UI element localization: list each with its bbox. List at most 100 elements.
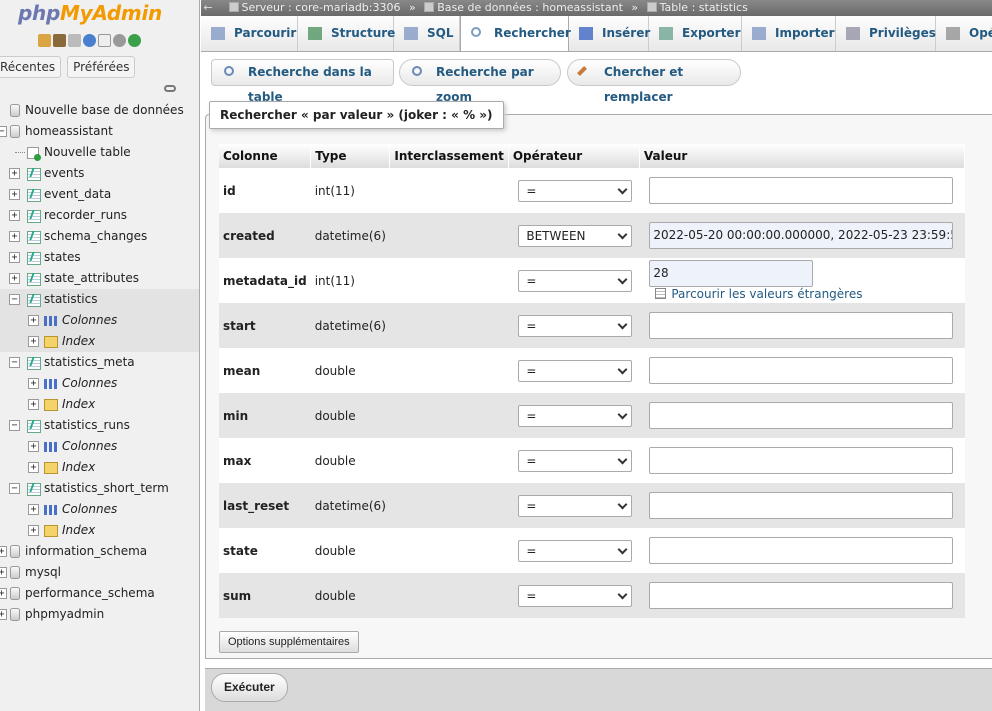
- tree-item[interactable]: + Index: [0, 520, 199, 541]
- expand-icon[interactable]: +: [28, 399, 39, 410]
- expand-icon[interactable]: +: [9, 189, 20, 200]
- operator-cell: =: [508, 393, 640, 438]
- value-input[interactable]: [649, 357, 954, 384]
- tree-item[interactable]: + Colonnes: [0, 436, 199, 457]
- tree-item[interactable]: + Colonnes: [0, 373, 199, 394]
- expand-icon[interactable]: +: [9, 168, 20, 179]
- expand-icon[interactable]: +: [9, 273, 20, 284]
- tree-item[interactable]: + schema_changes: [0, 226, 199, 247]
- value-input[interactable]: 2022-05-20 00:00:00.000000, 2022-05-23 2…: [649, 222, 954, 249]
- tab-ope[interactable]: Opé: [936, 16, 992, 51]
- value-input[interactable]: 28: [649, 259, 814, 287]
- tree-item[interactable]: − statistics_runs: [0, 415, 199, 436]
- value-input[interactable]: [649, 312, 954, 339]
- expand-icon[interactable]: +: [9, 210, 20, 221]
- expand-icon[interactable]: +: [28, 504, 39, 515]
- tree-item[interactable]: + event_data: [0, 184, 199, 205]
- operator-select[interactable]: =: [518, 539, 633, 562]
- breadcrumb-table[interactable]: Table : statistics: [660, 1, 748, 14]
- tab-inserer[interactable]: Insérer: [569, 16, 650, 51]
- tree-item[interactable]: + Colonnes: [0, 499, 199, 520]
- tree-item[interactable]: − statistics_short_term: [0, 478, 199, 499]
- value-input[interactable]: [649, 582, 954, 609]
- tab-privileges[interactable]: Privilèges: [836, 16, 936, 51]
- tree-item[interactable]: + mysql: [0, 562, 199, 583]
- settings-gear-icon[interactable]: [113, 34, 126, 47]
- sql-query-icon[interactable]: [68, 34, 81, 47]
- breadcrumb-server[interactable]: Serveur : core-mariadb:3306: [242, 1, 401, 14]
- operator-select[interactable]: =: [518, 404, 633, 427]
- tree-item[interactable]: − homeassistant: [0, 121, 199, 142]
- operator-select[interactable]: =: [518, 179, 633, 202]
- operator-select[interactable]: =: [518, 494, 633, 517]
- execute-button[interactable]: Exécuter: [211, 673, 288, 702]
- tree-item[interactable]: + information_schema: [0, 541, 199, 562]
- expand-icon[interactable]: +: [0, 567, 7, 578]
- expand-icon[interactable]: +: [9, 252, 20, 263]
- value-input[interactable]: [649, 177, 954, 204]
- collapse-icon[interactable]: −: [9, 420, 20, 431]
- operator-select[interactable]: =: [518, 359, 633, 382]
- home-icon[interactable]: [38, 34, 51, 47]
- tab-recent[interactable]: Récentes: [0, 56, 62, 78]
- tree-item[interactable]: + performance_schema: [0, 583, 199, 604]
- more-options-button[interactable]: Options supplémentaires: [219, 631, 359, 653]
- reload-icon[interactable]: [128, 34, 141, 47]
- tree-item[interactable]: Nouvelle base de données: [0, 100, 199, 121]
- value-input[interactable]: [649, 402, 954, 429]
- docs-icon[interactable]: [98, 34, 111, 47]
- tab-rechercher[interactable]: Rechercher: [460, 16, 571, 51]
- breadcrumb-database[interactable]: Base de données : homeassistant: [437, 1, 623, 14]
- expand-icon[interactable]: +: [28, 525, 39, 536]
- zoom-search-button[interactable]: Recherche par zoom: [399, 59, 561, 104]
- tab-exporter[interactable]: Exporter: [649, 16, 742, 51]
- value-input[interactable]: [649, 447, 954, 474]
- expand-icon[interactable]: +: [9, 231, 20, 242]
- tree-item[interactable]: − statistics: [0, 289, 199, 310]
- tree-item[interactable]: Nouvelle table: [0, 142, 199, 163]
- tree-item[interactable]: + phpmyadmin: [0, 604, 199, 625]
- tree-item[interactable]: + Index: [0, 331, 199, 352]
- operator-select[interactable]: =: [518, 314, 633, 337]
- operator-select[interactable]: =: [518, 584, 633, 607]
- collapse-nav-icon[interactable]: ←: [201, 0, 215, 15]
- tab-structure[interactable]: Structure: [298, 16, 395, 51]
- tree-item[interactable]: + events: [0, 163, 199, 184]
- expand-icon[interactable]: +: [28, 315, 39, 326]
- operator-select[interactable]: =: [518, 449, 633, 472]
- collapse-icon[interactable]: −: [0, 126, 7, 137]
- collapse-icon[interactable]: −: [9, 357, 20, 368]
- expand-icon[interactable]: +: [0, 609, 7, 620]
- browse-foreign-values-link[interactable]: Parcourir les valeurs étrangères: [655, 287, 863, 301]
- table-search-button[interactable]: Recherche dans la table: [211, 59, 394, 104]
- find-replace-button[interactable]: Chercher et remplacer: [567, 59, 741, 104]
- expand-icon[interactable]: +: [28, 336, 39, 347]
- phpmyadmin-logo[interactable]: phpMyAdmin: [18, 1, 162, 25]
- collapse-icon[interactable]: −: [9, 294, 20, 305]
- operator-select[interactable]: BETWEEN: [518, 224, 633, 247]
- tree-item[interactable]: + recorder_runs: [0, 205, 199, 226]
- tree-item[interactable]: + state_attributes: [0, 268, 199, 289]
- tree-item[interactable]: + states: [0, 247, 199, 268]
- tab-importer[interactable]: Importer: [742, 16, 836, 51]
- tree-item[interactable]: + Index: [0, 394, 199, 415]
- collapse-icon[interactable]: −: [9, 483, 20, 494]
- expand-icon[interactable]: +: [0, 588, 7, 599]
- tab-parcourir[interactable]: Parcourir: [201, 16, 298, 51]
- tree-item[interactable]: − statistics_meta: [0, 352, 199, 373]
- tree-item[interactable]: + Colonnes: [0, 310, 199, 331]
- help-icon[interactable]: [83, 34, 96, 47]
- value-input[interactable]: [649, 492, 954, 519]
- link-with-main-icon[interactable]: [164, 85, 176, 92]
- tab-favorites[interactable]: Préférées: [67, 56, 136, 78]
- value-input[interactable]: [649, 537, 954, 564]
- operator-select[interactable]: =: [518, 269, 633, 292]
- expand-icon[interactable]: +: [0, 546, 7, 557]
- tab-sql[interactable]: SQL: [394, 16, 460, 51]
- logout-icon[interactable]: [53, 34, 66, 47]
- expand-icon[interactable]: +: [28, 441, 39, 452]
- expand-icon[interactable]: +: [28, 462, 39, 473]
- tree-item[interactable]: + Index: [0, 457, 199, 478]
- expand-icon[interactable]: +: [28, 378, 39, 389]
- chevron-down-icon: [617, 184, 628, 194]
